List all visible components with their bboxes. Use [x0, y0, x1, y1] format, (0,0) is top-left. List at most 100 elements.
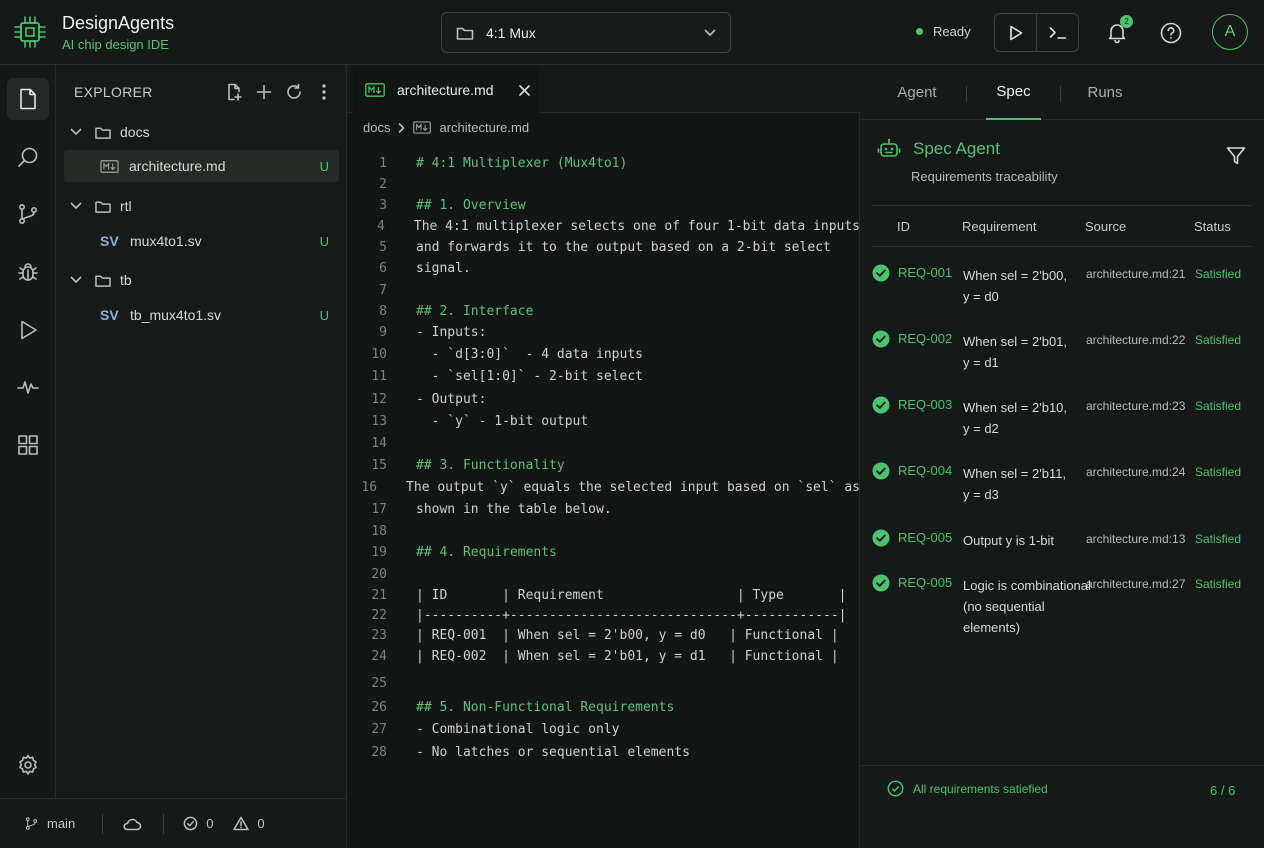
- refresh-button[interactable]: [284, 81, 304, 103]
- terminal-button[interactable]: [1036, 14, 1078, 51]
- explorer-view-button[interactable]: [7, 78, 49, 120]
- user-avatar[interactable]: A: [1212, 14, 1248, 50]
- tree-file[interactable]: SV tb_mux4to1.sv U: [64, 299, 339, 331]
- settings-button[interactable]: [7, 744, 49, 786]
- warnings-indicator[interactable]: 0: [233, 816, 265, 831]
- git-branch-icon: [16, 202, 40, 226]
- breadcrumb-folder[interactable]: docs: [363, 120, 390, 135]
- chevron-down-icon: [70, 276, 84, 284]
- app-name: DesignAgents: [62, 13, 175, 33]
- line-number: 21: [371, 587, 387, 603]
- debug-view-button[interactable]: [7, 251, 49, 293]
- line-number: 23: [371, 627, 387, 643]
- requirement-row[interactable]: REQ-001 When sel = 2'b00, y = d0 architect…: [860, 264, 1264, 320]
- tab-agent[interactable]: Agent: [884, 65, 950, 120]
- line-text: The output `y` equals the selected input…: [406, 479, 860, 495]
- new-folder-button[interactable]: [254, 81, 274, 103]
- terminal-icon: [1049, 26, 1067, 40]
- requirement-id[interactable]: REQ-005: [898, 575, 952, 590]
- check-circle-icon: [872, 330, 890, 348]
- tree-folder[interactable]: docs: [64, 116, 339, 148]
- requirement-status: Satisfied: [1195, 267, 1242, 281]
- untracked-badge: U: [319, 307, 329, 323]
- requirement-source[interactable]: architecture.md:22: [1086, 333, 1185, 347]
- tab-spec[interactable]: Spec: [986, 65, 1041, 120]
- line-text: | ID | Requirement | Type |: [416, 587, 847, 603]
- search-view-button[interactable]: [7, 136, 49, 178]
- breadcrumb-file[interactable]: architecture.md: [439, 120, 529, 135]
- code-line: 3 ## 1. Overview: [347, 195, 860, 215]
- tab-separator: [1060, 86, 1061, 102]
- requirement-source[interactable]: architecture.md:13: [1086, 532, 1185, 546]
- line-number: 10: [371, 346, 387, 362]
- requirement-id[interactable]: REQ-002: [898, 331, 952, 346]
- waveform-icon: [16, 375, 40, 399]
- project-select[interactable]: 4:1 Mux: [441, 12, 731, 53]
- new-file-button[interactable]: [224, 81, 244, 103]
- tree-folder[interactable]: tb: [64, 264, 339, 296]
- markdown-file-icon: [413, 121, 432, 134]
- chevron-down-icon: [704, 29, 716, 37]
- waveform-view-button[interactable]: [7, 366, 49, 408]
- plus-icon: [256, 84, 272, 100]
- requirement-source[interactable]: architecture.md:23: [1086, 399, 1185, 413]
- run-button[interactable]: [995, 14, 1036, 51]
- requirement-source[interactable]: architecture.md:21: [1086, 267, 1185, 281]
- requirement-id[interactable]: REQ-003: [898, 397, 952, 412]
- requirement-row[interactable]: REQ-004 When sel = 2'b11, y = d3 architect…: [860, 462, 1264, 518]
- systemverilog-file-icon: SV: [100, 233, 119, 249]
- line-number: 11: [371, 368, 387, 384]
- column-id: ID: [897, 219, 910, 234]
- code-line: 10 - `d[3:0]` - 4 data inputs: [347, 344, 860, 364]
- line-number: 28: [371, 744, 387, 760]
- requirement-row[interactable]: REQ-003 When sel = 2'b10, y = d2 architect…: [860, 396, 1264, 452]
- errors-indicator[interactable]: 0: [183, 816, 213, 831]
- more-actions-button[interactable]: [314, 81, 334, 103]
- notifications-button[interactable]: 2: [1105, 15, 1133, 46]
- run-view-button[interactable]: [7, 309, 49, 351]
- requirement-id[interactable]: REQ-004: [898, 463, 952, 478]
- requirement-id[interactable]: REQ-001: [898, 265, 952, 280]
- app-subtitle: AI chip design IDE: [62, 37, 169, 52]
- requirement-id[interactable]: REQ-005: [898, 530, 952, 545]
- requirement-source[interactable]: architecture.md:24: [1086, 465, 1185, 479]
- extensions-view-button[interactable]: [7, 424, 49, 466]
- chip-logo-icon: [12, 14, 48, 50]
- editor-tabs: architecture.md: [347, 65, 860, 113]
- line-number: 15: [371, 457, 387, 473]
- line-number: 5: [379, 239, 387, 255]
- cloud-icon: [122, 817, 142, 831]
- code-line: 27 - Combinational logic only: [347, 719, 860, 739]
- help-button[interactable]: [1159, 21, 1183, 45]
- column-requirement: Requirement: [962, 219, 1037, 234]
- line-number: 13: [371, 413, 387, 429]
- tree-file[interactable]: SV mux4to1.sv U: [64, 225, 339, 257]
- folder-name: rtl: [120, 198, 132, 214]
- tree-folder[interactable]: rtl: [64, 190, 339, 222]
- agent-title: Spec Agent: [913, 139, 1000, 158]
- tree-file[interactable]: architecture.md U: [64, 150, 339, 182]
- line-text: and forwards it to the output based on a…: [416, 239, 831, 255]
- close-tab-button[interactable]: [509, 84, 539, 96]
- code-line: 1 # 4:1 Multiplexer (Mux4to1): [347, 153, 860, 173]
- column-status: Status: [1194, 219, 1231, 234]
- editor-tab-architecture[interactable]: architecture.md: [353, 67, 539, 113]
- line-number: 7: [379, 282, 387, 298]
- line-number: 3: [379, 197, 387, 213]
- requirement-row[interactable]: REQ-002 When sel = 2'b01, y = d1 architect…: [860, 330, 1264, 386]
- source-control-button[interactable]: [7, 193, 49, 235]
- line-text: ## 2. Interface: [416, 303, 534, 319]
- summary-message: All requirements satiefied: [887, 780, 1048, 797]
- cloud-sync-button[interactable]: [122, 817, 142, 831]
- requirement-row[interactable]: REQ-005 Logic is combinational (no sequen…: [860, 574, 1264, 635]
- branch-indicator[interactable]: main: [24, 816, 75, 831]
- filter-button[interactable]: [1226, 146, 1246, 166]
- line-number: 2: [379, 176, 387, 192]
- code-line: 13 - `y` - 1-bit output: [347, 411, 860, 431]
- status-bar: main 0 0: [0, 798, 347, 848]
- requirement-source[interactable]: architecture.md:27: [1086, 577, 1185, 591]
- requirement-text: When sel = 2'b10, y = d2: [963, 400, 1068, 436]
- editor-area: architecture.md docs architecture.md 1 # …: [347, 65, 860, 848]
- project-name: 4:1 Mux: [486, 24, 536, 41]
- tab-runs[interactable]: Runs: [1078, 65, 1132, 120]
